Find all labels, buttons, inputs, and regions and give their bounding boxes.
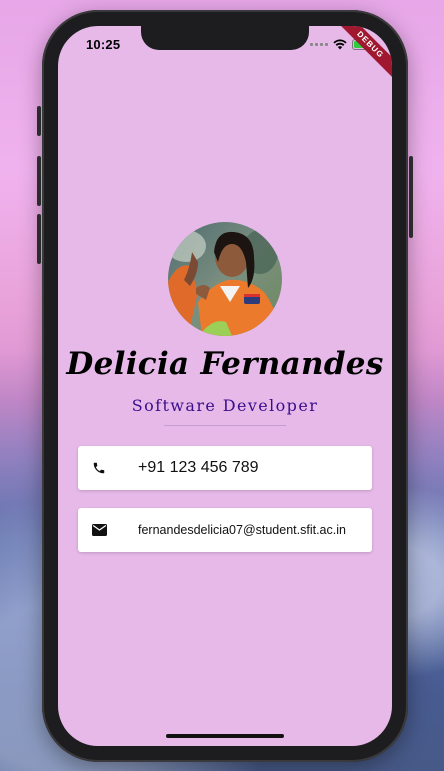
notch bbox=[141, 26, 309, 50]
profile-title: Software Developer bbox=[131, 396, 319, 415]
volume-up-button bbox=[37, 156, 41, 206]
profile-name: Delicia Fernandes bbox=[66, 346, 384, 382]
phone-icon bbox=[90, 459, 108, 477]
volume-down-button bbox=[37, 214, 41, 264]
mute-switch bbox=[37, 106, 41, 136]
phone-frame: 10:25 DEBUG Delicia Fernandes Software D… bbox=[37, 10, 413, 762]
home-indicator[interactable] bbox=[166, 734, 284, 738]
wifi-icon bbox=[333, 39, 347, 50]
divider bbox=[164, 425, 286, 426]
debug-banner: DEBUG bbox=[331, 26, 392, 84]
signal-icon bbox=[310, 43, 328, 46]
email-icon bbox=[90, 521, 108, 539]
phone-number: +91 123 456 789 bbox=[138, 459, 259, 476]
email-card[interactable]: fernandesdelicia07@student.sfit.ac.in bbox=[78, 508, 372, 552]
profile-avatar bbox=[168, 222, 282, 336]
power-button bbox=[409, 156, 413, 238]
phone-card[interactable]: +91 123 456 789 bbox=[78, 446, 372, 490]
app-screen: 10:25 DEBUG Delicia Fernandes Software D… bbox=[58, 26, 392, 746]
status-time: 10:25 bbox=[86, 37, 121, 52]
profile-photo bbox=[168, 222, 282, 336]
email-address: fernandesdelicia07@student.sfit.ac.in bbox=[138, 523, 346, 537]
